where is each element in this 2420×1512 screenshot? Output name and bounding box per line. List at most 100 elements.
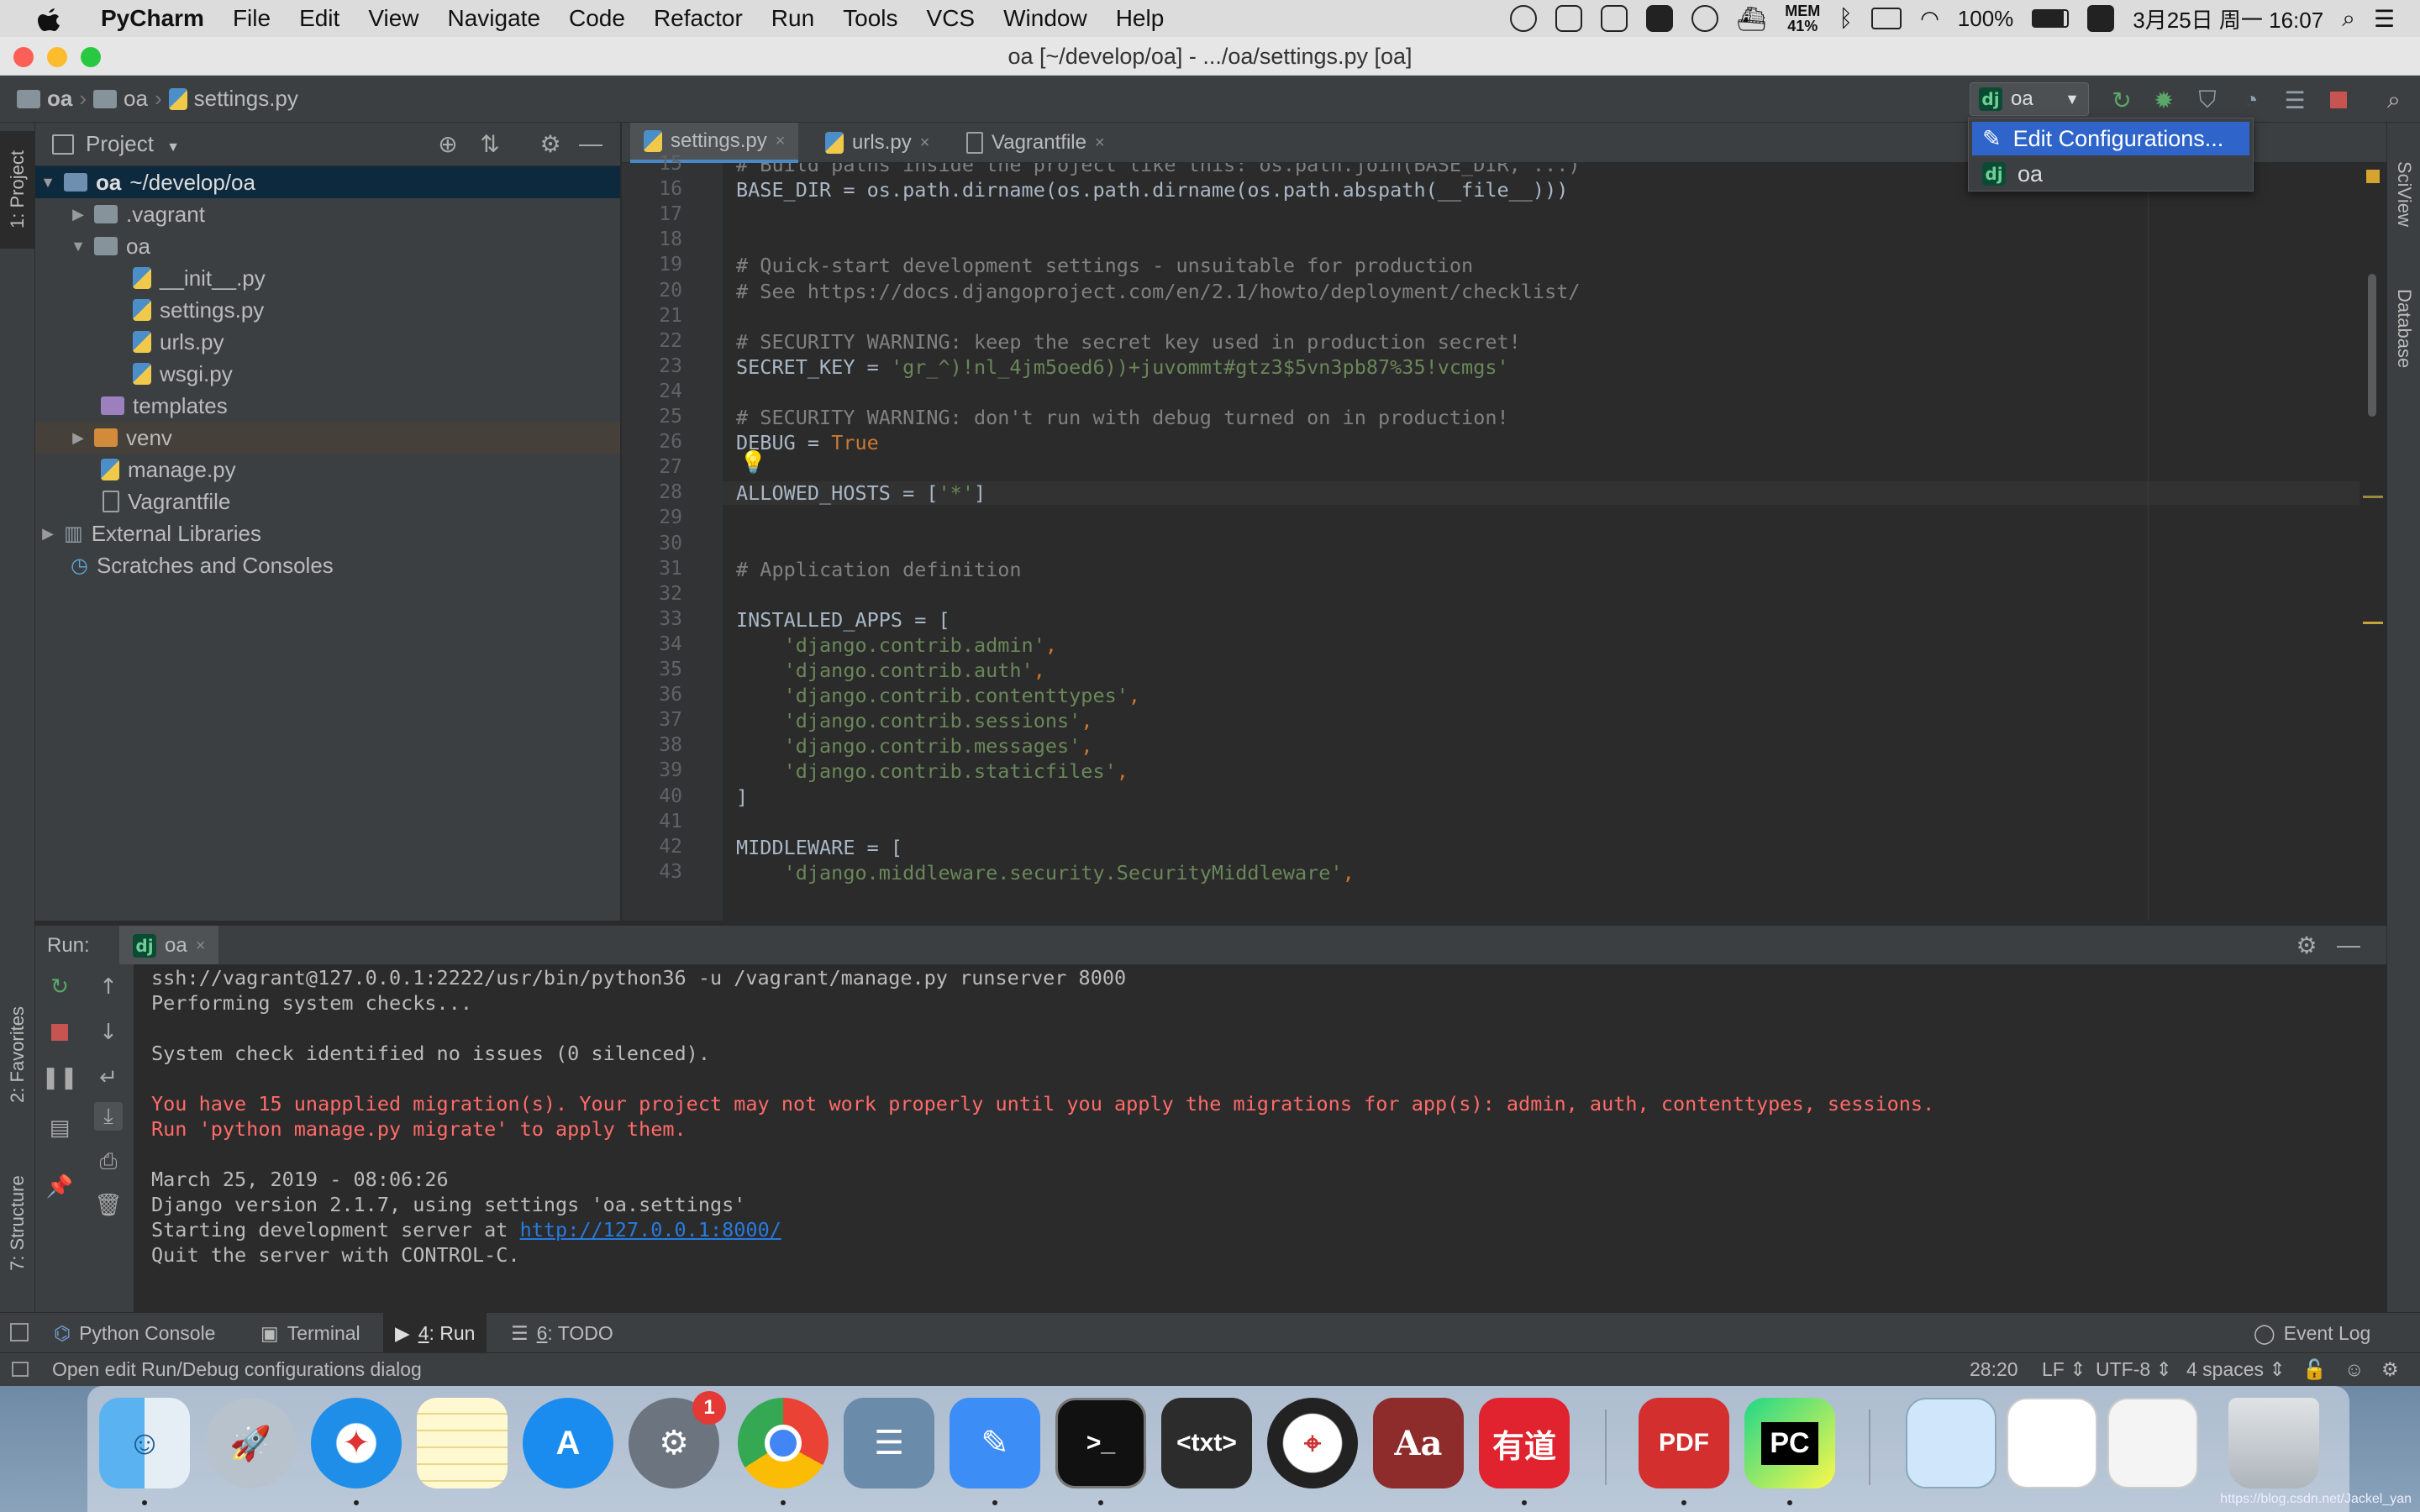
code-line[interactable]: ] <box>736 785 748 809</box>
search-everywhere-icon[interactable]: ⌕ <box>2380 86 2408 114</box>
project-view-selector[interactable]: Project ▼ <box>86 131 180 157</box>
print-icon[interactable]: ⎙ <box>94 1147 123 1176</box>
line-separator-selector[interactable]: LF ⇕ <box>2042 1358 2086 1381</box>
text-editor-icon[interactable]: <txt> <box>1161 1398 1252 1488</box>
close-icon[interactable]: × <box>776 132 786 151</box>
encoding-selector[interactable]: UTF-8 ⇕ <box>2096 1358 2172 1381</box>
spotlight-search-icon[interactable]: ⌕ <box>2342 5 2355 33</box>
hide-panel-icon[interactable]: — <box>2334 931 2363 959</box>
tree-item-vagrant[interactable]: ▶ .vagrant <box>35 198 620 230</box>
menu-window[interactable]: Window <box>1003 5 1087 32</box>
close-icon[interactable]: × <box>1095 134 1105 153</box>
memory-indicator[interactable]: MEM 41% <box>1785 3 1820 34</box>
battery-icon[interactable] <box>2032 9 2070 28</box>
scroll-up-icon[interactable]: ↑ <box>94 973 123 1001</box>
tree-item-vagrantfile[interactable]: Vagrantfile <box>35 486 620 517</box>
tool-tab-database[interactable]: Database <box>2387 265 2420 391</box>
gear-icon[interactable]: ⚙ <box>536 129 565 158</box>
wifi-icon[interactable]: ◠ <box>1920 6 1939 32</box>
lightbulb-icon[interactable]: 💡 <box>739 450 766 475</box>
tree-item-oa-package[interactable]: ▼ oa <box>35 230 620 262</box>
error-stripe-mark[interactable] <box>2363 622 2383 624</box>
chevron-right-icon[interactable]: ▶ <box>40 525 55 543</box>
finder-icon[interactable]: ☺ <box>99 1398 190 1488</box>
system-preferences-icon[interactable]: ⚙ 1 <box>629 1391 726 1488</box>
activity-gauge-icon[interactable]: ⌖ <box>1267 1398 1358 1488</box>
pause-icon[interactable]: ❚❚ <box>41 1063 78 1092</box>
error-stripe-mark[interactable] <box>2363 496 2383 498</box>
menu-tools[interactable]: Tools <box>843 5 897 32</box>
concurrency-icon[interactable]: ☰ <box>2281 86 2309 114</box>
run-tab-oa[interactable]: dj oa × <box>119 926 219 966</box>
hide-panel-icon[interactable]: — <box>576 129 605 158</box>
breadcrumb-folder[interactable]: oa <box>124 86 148 112</box>
battery-percent[interactable]: 100% <box>1958 6 2014 32</box>
code-line[interactable]: 'django.contrib.auth', <box>736 659 1045 682</box>
tab-vagrantfile[interactable]: Vagrantfile × <box>953 123 1118 163</box>
code-line[interactable]: 'django.middleware.security.SecurityMidd… <box>736 861 1355 885</box>
tool-tab-structure[interactable]: 7: Structure <box>0 1147 35 1299</box>
tool-tab-favorites[interactable]: 2: Favorites <box>0 979 35 1131</box>
run-config-selector[interactable]: dj oa ▼ <box>1970 82 2089 116</box>
code-line[interactable]: 'django.contrib.contenttypes', <box>736 684 1140 707</box>
debug-bug-icon[interactable]: ✹ <box>2149 86 2178 114</box>
chevron-right-icon[interactable]: ▶ <box>71 206 86 223</box>
tool-tab-python-console[interactable]: ⌬ Python Console <box>42 1313 227 1353</box>
tool-tab-todo[interactable]: ☰ 6: TODO <box>499 1313 625 1353</box>
status-grid-icon[interactable] <box>1600 5 1628 32</box>
screenshot-stack-icon[interactable] <box>2107 1398 2198 1488</box>
soft-wrap-icon[interactable]: ↵ <box>94 1063 123 1092</box>
code-line[interactable]: 'django.contrib.admin', <box>736 633 1057 657</box>
tool-tab-terminal[interactable]: ▣ Terminal <box>249 1313 372 1353</box>
menu-run[interactable]: Run <box>771 5 814 32</box>
code-line[interactable]: # Quick-start development settings - uns… <box>736 254 1473 277</box>
dictionary-icon[interactable]: Aa <box>1373 1398 1464 1488</box>
rerun-icon[interactable]: ↻ <box>2107 86 2136 114</box>
tree-item-wsgi-py[interactable]: wsgi.py <box>35 358 620 390</box>
document-stack-icon[interactable] <box>2007 1398 2097 1488</box>
code-line[interactable]: BASE_DIR = os.path.dirname(os.path.dirna… <box>736 178 1568 202</box>
breadcrumb-file[interactable]: settings.py <box>194 86 298 112</box>
code-line[interactable]: MIDDLEWARE = [ <box>736 836 902 859</box>
coverage-shield-icon[interactable]: ⛉ <box>2193 86 2222 114</box>
tree-item-templates[interactable]: templates <box>35 390 620 422</box>
menu-help[interactable]: Help <box>1116 5 1165 32</box>
downloads-folder-icon[interactable] <box>1906 1398 1996 1488</box>
code-line[interactable]: 'django.contrib.messages', <box>736 734 1093 758</box>
status-emoji-icon[interactable] <box>1509 5 1537 32</box>
scroll-to-end-icon[interactable]: ⤓ <box>94 1102 123 1131</box>
chevron-right-icon[interactable]: ▶ <box>71 429 86 447</box>
caret-position[interactable]: 28:20 <box>1970 1358 2018 1381</box>
chevron-down-icon[interactable]: ▼ <box>40 174 55 192</box>
tree-item-manage-py[interactable]: manage.py <box>35 454 620 486</box>
app-store-icon[interactable]: A <box>523 1398 613 1488</box>
tree-item-urls-py[interactable]: urls.py <box>35 326 620 358</box>
status-s-icon[interactable] <box>2087 5 2115 32</box>
status-chat-icon[interactable] <box>1691 5 1718 32</box>
code-editor[interactable]: # Build paths inside the project like th… <box>723 163 2361 921</box>
run-console[interactable]: ssh://vagrant@127.0.0.1:2222/usr/bin/pyt… <box>134 964 2386 1312</box>
status-panel-icon[interactable] <box>12 1362 29 1377</box>
safari-icon[interactable]: ✦ <box>311 1398 402 1488</box>
chevron-down-icon[interactable]: ▼ <box>71 238 86 255</box>
tree-item-external-libraries[interactable]: ▶ ▥ External Libraries <box>35 517 620 549</box>
stop-icon[interactable] <box>45 1018 74 1047</box>
layout-icon[interactable]: ▤ <box>45 1114 74 1142</box>
bluetooth-icon[interactable]: ᛒ <box>1839 5 1853 32</box>
pin-icon[interactable]: 📌 <box>45 1173 74 1201</box>
datetime[interactable]: 3月25日 周一 16:07 <box>2133 3 2323 34</box>
trash-icon[interactable] <box>2228 1398 2319 1488</box>
profile-icon[interactable]: ◔ <box>2237 86 2265 114</box>
tool-tab-run[interactable]: ▶ 4: Run <box>383 1313 487 1353</box>
inspector-icon[interactable]: ☺ <box>2344 1358 2364 1381</box>
scrollbar-thumb[interactable] <box>2368 274 2376 417</box>
code-line[interactable]: SECRET_KEY = 'gr_^)!nl_4jm5oed6))+juvomm… <box>736 355 1509 379</box>
editor-scrollbar[interactable] <box>2360 163 2385 921</box>
warning-indicator-icon[interactable] <box>2366 170 2380 183</box>
code-line[interactable]: # SECURITY WARNING: don't run with debug… <box>736 406 1509 429</box>
terminal-app-icon[interactable]: >_ <box>1055 1398 1146 1488</box>
code-line[interactable]: # SECURITY WARNING: keep the secret key … <box>736 330 1521 354</box>
run-config-item-oa[interactable]: dj oa <box>1972 157 2249 191</box>
apple-logo-icon[interactable] <box>30 0 67 37</box>
close-icon[interactable]: × <box>196 937 206 956</box>
